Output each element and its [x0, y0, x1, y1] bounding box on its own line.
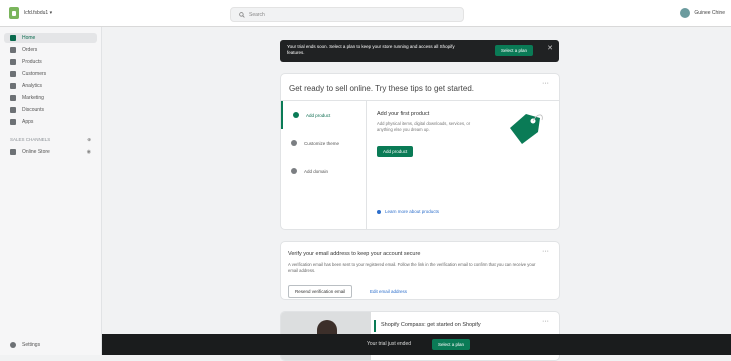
globe-icon	[291, 168, 297, 174]
setup-guide-card: Get ready to sell online. Try these tips…	[280, 73, 560, 230]
sales-channels-label: SALES CHANNELS	[10, 137, 51, 142]
more-options-icon[interactable]: ···	[542, 80, 549, 87]
home-icon	[10, 35, 16, 41]
sidebar-item-label: Analytics	[22, 83, 43, 89]
trial-footer-bar: Your trial just ended Select a plan	[102, 334, 731, 355]
sales-channels-header: SALES CHANNELS ⊕	[0, 137, 101, 143]
bar-chart-icon	[10, 83, 16, 89]
avatar	[680, 8, 691, 18]
sidebar-item-label: Products	[22, 59, 42, 65]
tag-icon	[293, 112, 299, 118]
person-icon	[10, 71, 16, 77]
verify-email-card: Verify your email address to keep your a…	[280, 241, 560, 300]
add-channel-icon[interactable]: ⊕	[87, 137, 91, 143]
sidebar-item-discounts[interactable]: Discounts	[4, 105, 97, 115]
sidebar-item-label: Online Store	[22, 149, 50, 155]
gear-icon	[10, 342, 16, 348]
search-placeholder: Search	[249, 11, 265, 18]
edit-email-link[interactable]: Edit email address	[370, 289, 407, 294]
learn-more-link[interactable]: Learn more about products	[377, 209, 439, 214]
discount-icon	[10, 107, 16, 113]
banner-text: Your trial ends soon. Select a plan to k…	[287, 44, 455, 55]
store-icon	[10, 149, 16, 155]
setup-tabs: Add product Customize theme Add domain	[281, 101, 367, 229]
settings-label: Settings	[22, 342, 41, 348]
footer-text: Your trial just ended	[367, 341, 412, 347]
accent-bar	[374, 320, 376, 332]
sidebar-item-marketing[interactable]: Marketing	[4, 93, 97, 103]
tab-label: Add domain	[304, 168, 329, 174]
select-plan-button[interactable]: Select a plan	[495, 45, 534, 56]
sidebar-item-online-store[interactable]: Online Store ◉	[4, 147, 97, 157]
sidebar-item-label: Discounts	[22, 107, 44, 113]
tab-label: Add product	[306, 112, 331, 118]
panel-title: Add your first product	[377, 111, 430, 117]
tab-customize-theme[interactable]: Customize theme	[281, 129, 366, 157]
user-name: Guinee Chine	[694, 10, 725, 16]
orders-icon	[10, 47, 16, 53]
sidebar-item-label: Marketing	[22, 95, 44, 101]
sidebar: Home Orders Products Customers Analytics…	[0, 27, 102, 355]
shopify-logo-icon	[9, 7, 19, 19]
eye-icon[interactable]: ◉	[87, 149, 91, 155]
add-product-button[interactable]: Add product	[377, 146, 414, 157]
brush-icon	[291, 140, 297, 146]
sidebar-item-label: Home	[22, 35, 36, 41]
setup-panel: Add your first product Add physical item…	[377, 111, 487, 158]
more-options-icon[interactable]: ···	[542, 248, 549, 255]
info-icon	[377, 209, 381, 214]
store-switcher[interactable]: lcfd.fsbdu1 ▾	[9, 7, 52, 19]
price-tag-illustration-icon	[510, 114, 543, 144]
verify-title: Verify your email address to keep your a…	[288, 251, 421, 257]
verify-description: A verification email has been sent to yo…	[288, 262, 536, 273]
sidebar-item-orders[interactable]: Orders	[4, 45, 97, 55]
sidebar-item-home[interactable]: Home	[4, 33, 97, 43]
settings-link[interactable]: Settings	[10, 342, 40, 348]
learn-more-label: Learn more about products	[385, 209, 440, 214]
panel-description: Add physical items, digital downloads, s…	[377, 121, 471, 132]
search-input[interactable]: Search	[230, 7, 464, 22]
sidebar-item-label: Customers	[22, 71, 47, 77]
tab-label: Customize theme	[304, 140, 340, 146]
compass-title: Shopify Compass: get started on Shopify	[381, 322, 481, 328]
sidebar-item-label: Apps	[22, 119, 34, 125]
top-bar: lcfd.fsbdu1 ▾ Search Guinee Chine	[0, 0, 731, 27]
sidebar-item-apps[interactable]: Apps	[4, 117, 97, 127]
megaphone-icon	[10, 95, 16, 101]
close-icon[interactable]: ✕	[547, 44, 553, 52]
search-icon	[239, 11, 245, 18]
resend-verification-button[interactable]: Resend verification email	[288, 285, 353, 298]
tab-add-product[interactable]: Add product	[281, 101, 366, 129]
apps-icon	[10, 119, 16, 125]
sidebar-item-analytics[interactable]: Analytics	[4, 81, 97, 91]
sidebar-item-products[interactable]: Products	[4, 57, 97, 67]
more-options-icon[interactable]: ···	[542, 318, 549, 325]
tag-icon	[10, 59, 16, 65]
trial-banner: Your trial ends soon. Select a plan to k…	[280, 40, 559, 62]
user-menu[interactable]: Guinee Chine	[680, 8, 725, 18]
setup-title: Get ready to sell online. Try these tips…	[289, 84, 474, 93]
store-name: lcfd.fsbdu1 ▾	[24, 10, 53, 16]
footer-select-plan-button[interactable]: Select a plan	[432, 339, 471, 350]
sidebar-item-customers[interactable]: Customers	[4, 69, 97, 79]
sidebar-item-label: Orders	[22, 47, 38, 53]
tab-add-domain[interactable]: Add domain	[281, 157, 366, 185]
